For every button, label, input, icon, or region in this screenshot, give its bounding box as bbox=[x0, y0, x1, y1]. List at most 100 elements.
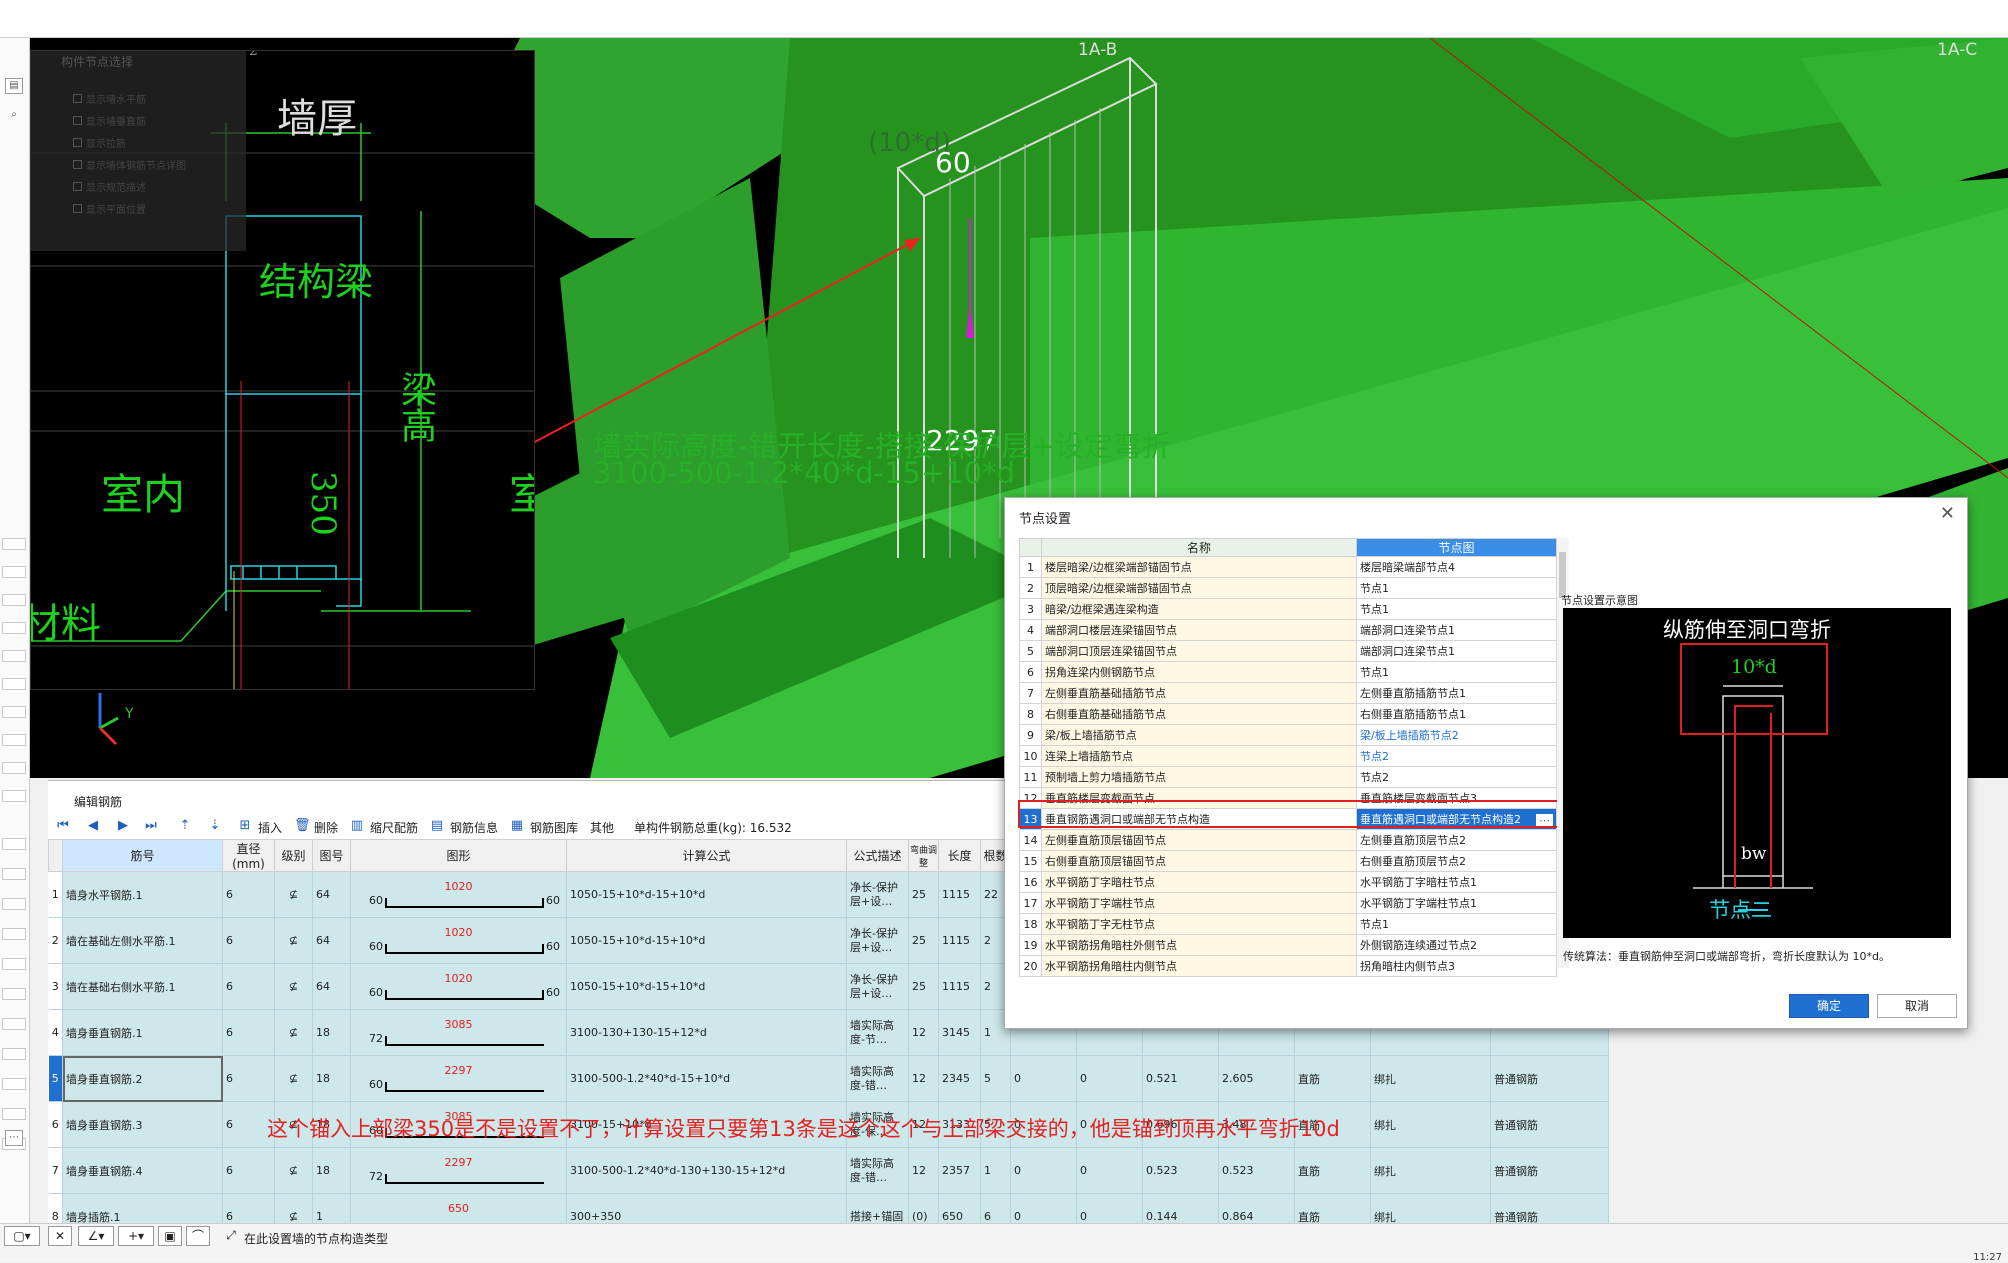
side-field[interactable] bbox=[2, 988, 26, 1000]
save-view-icon[interactable]: ▣ bbox=[158, 1226, 182, 1246]
node-name[interactable]: 左侧垂直筋顶层锚固节点 bbox=[1041, 829, 1357, 851]
rebar-length[interactable]: 3145 bbox=[938, 1009, 981, 1056]
rebar-shape[interactable]: 60 1020 60 bbox=[350, 871, 567, 918]
option-row[interactable]: 显示规范描述 bbox=[73, 179, 233, 194]
last-icon[interactable]: ⏭ bbox=[144, 819, 158, 833]
node-value[interactable]: 左侧垂直筋顶层节点2 bbox=[1356, 829, 1557, 851]
rebar-formula[interactable]: 3100-500-1.2*40*d-15+10*d bbox=[566, 1055, 847, 1102]
node-value[interactable]: 右侧垂直筋插筋节点1 bbox=[1356, 703, 1557, 725]
cell-a[interactable]: 0 bbox=[1010, 1147, 1077, 1194]
cell-g[interactable]: 普通钢筋 bbox=[1490, 1055, 1609, 1102]
scale-rebar-icon[interactable]: ▥ bbox=[350, 819, 364, 833]
node-row[interactable]: 9 梁/板上墙插筋节点 梁/板上墙插筋节点2 bbox=[1019, 724, 1557, 746]
node-row[interactable]: 12 垂直筋楼层变截面节点 垂直筋楼层变截面节点3 bbox=[1019, 787, 1557, 809]
node-name[interactable]: 水平钢筋丁字暗柱节点 bbox=[1041, 871, 1357, 893]
rebar-diameter[interactable]: 6 bbox=[222, 963, 275, 1010]
rebar-count[interactable]: 1 bbox=[980, 1147, 1011, 1194]
cell-f[interactable]: 绑扎 bbox=[1370, 1101, 1491, 1148]
rebar-figure-no[interactable]: 64 bbox=[312, 963, 351, 1010]
side-field[interactable] bbox=[2, 1078, 26, 1090]
cell-g[interactable]: 普通钢筋 bbox=[1490, 1147, 1609, 1194]
rebar-name[interactable]: 墙身垂直钢筋.3 bbox=[62, 1101, 223, 1148]
prev-icon[interactable]: ◀ bbox=[86, 819, 100, 833]
delete-icon[interactable]: 🗑 bbox=[294, 819, 311, 833]
node-row[interactable]: 7 左侧垂直筋基础插筋节点 左侧垂直筋插筋节点1 bbox=[1019, 682, 1557, 704]
rebar-grade[interactable]: ⊈ bbox=[274, 1055, 313, 1102]
node-value[interactable]: 节点2 bbox=[1356, 745, 1557, 767]
side-field[interactable] bbox=[2, 1108, 26, 1120]
rebar-name[interactable]: 墙身水平钢筋.1 bbox=[62, 871, 223, 918]
checkbox[interactable] bbox=[73, 138, 82, 147]
node-value[interactable]: 左侧垂直筋插筋节点1 bbox=[1356, 682, 1557, 704]
cancel-button[interactable]: 取消 bbox=[1877, 994, 1957, 1018]
arc-icon[interactable]: ⌒ bbox=[186, 1226, 210, 1246]
node-name[interactable]: 水平钢筋丁字端柱节点 bbox=[1041, 892, 1357, 914]
rebar-name[interactable]: 墙身垂直钢筋.2 bbox=[62, 1055, 223, 1102]
scale-rebar-button[interactable]: 缩尺配筋 bbox=[370, 819, 418, 836]
rebar-figure-no[interactable]: 64 bbox=[312, 917, 351, 964]
node-name[interactable]: 拐角连梁内侧钢筋节点 bbox=[1041, 661, 1357, 683]
cell-e[interactable]: 直筋 bbox=[1294, 1055, 1371, 1102]
bend-adjust[interactable]: 12 bbox=[908, 1147, 939, 1194]
rebar-info-button[interactable]: 钢筋信息 bbox=[450, 819, 498, 836]
cell-d[interactable]: 0.523 bbox=[1218, 1147, 1295, 1194]
side-field[interactable] bbox=[2, 706, 26, 718]
node-row[interactable]: 15 右侧垂直筋顶层锚固节点 右侧垂直筋顶层节点2 bbox=[1019, 850, 1557, 872]
rebar-diameter[interactable]: 6 bbox=[222, 871, 275, 918]
node-name[interactable]: 端部洞口楼层连梁锚固节点 bbox=[1041, 619, 1357, 641]
table-row[interactable]: 5 墙身垂直钢筋.2 6 ⊈ 18 60 2297 3100-500-1.2*40*d-15+… bbox=[48, 1055, 1609, 1102]
side-field[interactable] bbox=[2, 650, 26, 662]
option-row[interactable]: 显示墙垂直筋 bbox=[73, 113, 233, 128]
node-row[interactable]: 2 顶层暗梁/边框梁端部锚固节点 节点1 bbox=[1019, 577, 1557, 599]
formula-desc[interactable]: 净长-保护层+设… bbox=[846, 917, 909, 964]
node-row[interactable]: 3 暗梁/边框梁遇连梁构造 节点1 bbox=[1019, 598, 1557, 620]
node-value[interactable]: 节点1 bbox=[1356, 598, 1557, 620]
side-field[interactable] bbox=[2, 538, 26, 550]
node-row[interactable]: 8 右侧垂直筋基础插筋节点 右侧垂直筋插筋节点1 bbox=[1019, 703, 1557, 725]
node-name[interactable]: 右侧垂直筋顶层锚固节点 bbox=[1041, 850, 1357, 872]
more-icon[interactable]: ⋯ bbox=[5, 1130, 23, 1146]
rebar-formula[interactable]: 3100-130+130-15+12*d bbox=[566, 1009, 847, 1056]
node-name[interactable]: 楼层暗梁/边框梁端部锚固节点 bbox=[1041, 556, 1357, 578]
rebar-grade[interactable]: ⊈ bbox=[274, 1009, 313, 1056]
next-icon[interactable]: ▶ bbox=[116, 819, 130, 833]
cell-b[interactable]: 0 bbox=[1076, 1055, 1143, 1102]
rebar-name[interactable]: 墙身垂直钢筋.4 bbox=[62, 1147, 223, 1194]
cell-e[interactable]: 直筋 bbox=[1294, 1147, 1371, 1194]
rebar-diameter[interactable]: 6 bbox=[222, 1055, 275, 1102]
col-header[interactable]: 弯曲调整 bbox=[908, 839, 939, 872]
side-field[interactable] bbox=[2, 594, 26, 606]
node-value[interactable]: 梁/板上墙插筋节点2 bbox=[1356, 724, 1557, 746]
delete-button[interactable]: 删除 bbox=[314, 819, 338, 836]
side-field[interactable] bbox=[2, 1018, 26, 1030]
node-value[interactable]: 节点1 bbox=[1356, 913, 1557, 935]
side-field[interactable] bbox=[2, 566, 26, 578]
node-value[interactable]: 楼层暗梁端部节点4 bbox=[1356, 556, 1557, 578]
node-row[interactable]: 16 水平钢筋丁字暗柱节点 水平钢筋丁字暗柱节点1 bbox=[1019, 871, 1557, 893]
rebar-figure-no[interactable]: 64 bbox=[312, 871, 351, 918]
col-header[interactable]: 图号 bbox=[312, 839, 351, 872]
more-icon[interactable]: ⋯ bbox=[1536, 813, 1553, 828]
formula-desc[interactable]: 净长-保护层+设… bbox=[846, 963, 909, 1010]
side-field[interactable] bbox=[2, 790, 26, 802]
snap-icon[interactable]: +▾ bbox=[118, 1226, 154, 1246]
rebar-formula[interactable]: 3100-500-1.2*40*d-130+130-15+12*d bbox=[566, 1147, 847, 1194]
option-row[interactable]: 显示墙水平筋 bbox=[73, 91, 233, 106]
side-field[interactable] bbox=[2, 1048, 26, 1060]
rebar-formula[interactable]: 1050-15+10*d-15+10*d bbox=[566, 963, 847, 1010]
node-row[interactable]: 11 预制墙上剪力墙插筋节点 节点2 bbox=[1019, 766, 1557, 788]
ok-button[interactable]: 确定 bbox=[1789, 994, 1869, 1018]
node-value[interactable]: 垂直筋楼层变截面节点3 bbox=[1356, 787, 1557, 809]
rebar-formula[interactable]: 1050-15+10*d-15+10*d bbox=[566, 871, 847, 918]
rebar-figure-no[interactable]: 18 bbox=[312, 1009, 351, 1056]
side-field[interactable] bbox=[2, 838, 26, 850]
node-row[interactable]: 19 水平钢筋拐角暗柱外侧节点 外侧钢筋连续通过节点2 bbox=[1019, 934, 1557, 956]
rebar-count[interactable]: 5 bbox=[980, 1055, 1011, 1102]
rebar-grade[interactable]: ⊈ bbox=[274, 1147, 313, 1194]
bend-adjust[interactable]: 25 bbox=[908, 917, 939, 964]
node-row[interactable]: 14 左侧垂直筋顶层锚固节点 左侧垂直筋顶层节点2 bbox=[1019, 829, 1557, 851]
side-field[interactable] bbox=[2, 898, 26, 910]
side-field[interactable] bbox=[2, 762, 26, 774]
formula-desc[interactable]: 净长-保护层+设… bbox=[846, 871, 909, 918]
node-row[interactable]: 18 水平钢筋丁字无柱节点 节点1 bbox=[1019, 913, 1557, 935]
